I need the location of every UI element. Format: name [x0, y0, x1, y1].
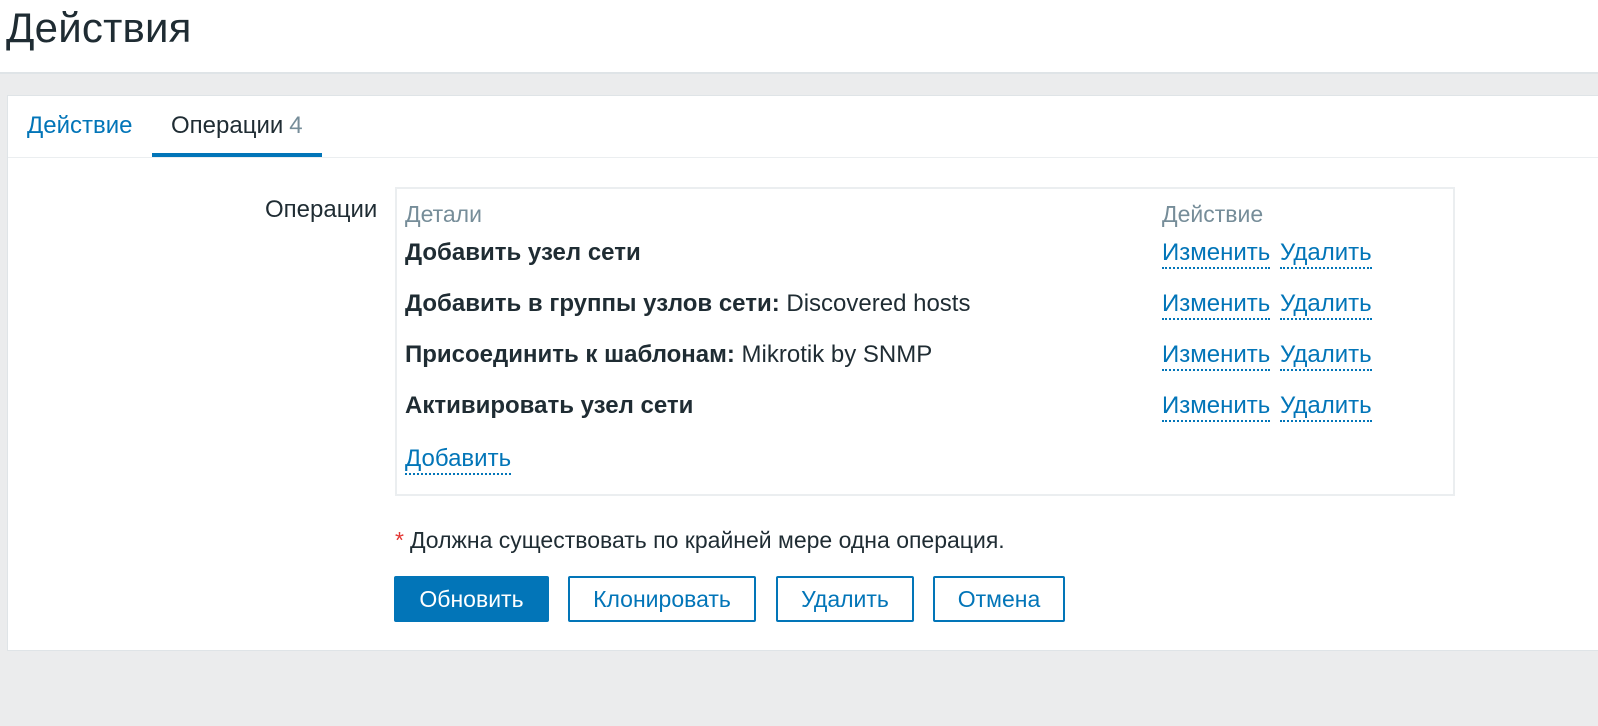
operation-type: Добавить в группы узлов сети:	[405, 290, 780, 317]
required-asterisk: *	[395, 527, 404, 553]
required-note-text: Должна существовать по крайней мере одна…	[409, 527, 1005, 553]
remove-operation-link[interactable]: Удалить	[1280, 392, 1372, 422]
page-title: Действия	[6, 4, 192, 51]
operation-row: Добавить узел сети Изменить Удалить	[397, 239, 1453, 279]
update-button[interactable]: Обновить	[394, 576, 549, 622]
operation-details: Добавить в группы узлов сети: Discovered…	[405, 290, 970, 318]
column-header-action: Действие	[1162, 201, 1264, 227]
tab-operations-label: Операции	[171, 112, 284, 139]
remove-operation-link[interactable]: Удалить	[1280, 341, 1372, 371]
page-header: Действия	[0, 0, 1598, 74]
operations-table: Детали Действие Добавить узел сети Измен…	[395, 187, 1455, 496]
operation-row: Активировать узел сети Изменить Удалить	[397, 392, 1453, 432]
remove-operation-link[interactable]: Удалить	[1280, 290, 1372, 320]
operation-type: Активировать узел сети	[405, 392, 694, 419]
edit-operation-link[interactable]: Изменить	[1162, 290, 1271, 320]
operation-details: Активировать узел сети	[405, 392, 693, 420]
tab-action-label: Действие	[27, 112, 133, 139]
operation-details: Добавить узел сети	[405, 239, 641, 267]
operation-row: Присоединить к шаблонам: Mikrotik by SNM…	[397, 341, 1453, 381]
remove-operation-link[interactable]: Удалить	[1280, 239, 1372, 269]
operation-type: Присоединить к шаблонам:	[405, 341, 735, 368]
tab-operations-count: 4	[289, 112, 303, 139]
edit-operation-link[interactable]: Изменить	[1162, 239, 1271, 269]
operation-value: Mikrotik by SNMP	[734, 341, 933, 368]
column-header-details: Детали	[405, 201, 482, 227]
operation-value: Discovered hosts	[779, 290, 971, 317]
required-operation-note: * Должна существовать по крайней мере одн…	[395, 527, 1005, 554]
add-operation-link[interactable]: Добавить	[405, 445, 512, 475]
operation-type: Добавить узел сети	[405, 239, 641, 266]
operation-row: Добавить в группы узлов сети: Discovered…	[397, 290, 1453, 330]
delete-button[interactable]: Удалить	[776, 576, 914, 622]
edit-operation-link[interactable]: Изменить	[1162, 392, 1271, 422]
tab-bar: Действие Операции 4	[8, 96, 1598, 158]
tab-action[interactable]: Действие	[27, 96, 133, 157]
operations-field-label: Операции	[265, 196, 378, 223]
operation-details: Присоединить к шаблонам: Mikrotik by SNM…	[405, 341, 932, 369]
action-form-panel: Действие Операции 4 Операции Детали Дейст…	[7, 95, 1598, 651]
cancel-button[interactable]: Отмена	[933, 576, 1065, 622]
edit-operation-link[interactable]: Изменить	[1162, 341, 1271, 371]
clone-button[interactable]: Клонировать	[568, 576, 756, 622]
tab-operations[interactable]: Операции 4	[152, 96, 322, 157]
